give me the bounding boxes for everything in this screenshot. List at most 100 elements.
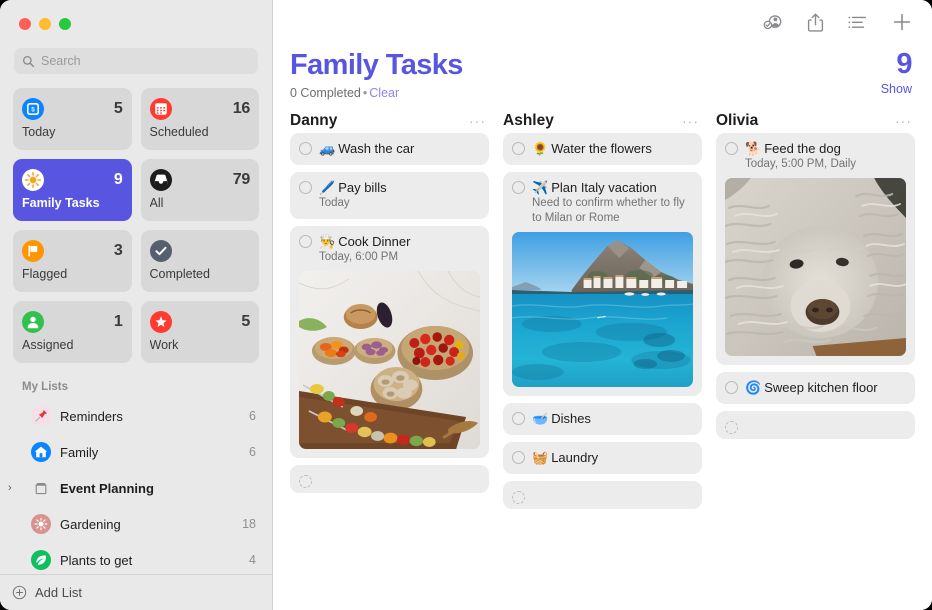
task-title-wrap: ✈️Plan Italy vacation	[532, 179, 657, 196]
task-card[interactable]: 🌻Water the flowers	[503, 133, 702, 165]
task-card[interactable]: 🥣Dishes	[503, 403, 702, 435]
clear-button[interactable]: Clear	[369, 86, 399, 100]
separator-dot: •	[361, 86, 369, 100]
smart-list-flagged[interactable]: 3 Flagged	[13, 230, 132, 292]
search-field[interactable]	[14, 48, 258, 74]
task-card[interactable]: 🐕Feed the dog Today, 5:00 PM, Daily	[716, 133, 915, 365]
task-checkbox[interactable]	[512, 181, 525, 194]
smart-list-label: Flagged	[22, 267, 123, 281]
column-menu-button[interactable]: ···	[469, 113, 486, 129]
food-table-photo[interactable]	[299, 271, 480, 449]
task-checkbox[interactable]	[725, 142, 738, 155]
list-view-icon[interactable]	[847, 14, 869, 31]
list-count-block: 9 Show	[881, 48, 912, 96]
star-icon	[150, 311, 172, 333]
smart-list-label: Completed	[150, 267, 251, 281]
calendar-icon	[150, 98, 172, 120]
reminders-window: 5 5 Today	[0, 0, 932, 610]
task-checkbox[interactable]	[299, 181, 312, 194]
sidebar-item-gardening[interactable]: ›	[0, 506, 272, 542]
zoom-button[interactable]	[59, 18, 71, 30]
search-input[interactable]	[41, 54, 250, 68]
new-task-placeholder[interactable]	[716, 411, 915, 439]
smart-list-all[interactable]: 79 All	[141, 159, 260, 221]
list-name: Family	[60, 445, 240, 460]
toolbar	[273, 0, 932, 44]
list-count: 6	[249, 445, 256, 459]
task-card[interactable]: 🌀Sweep kitchen floor	[716, 372, 915, 404]
task-subtitle: Today, 6:00 PM	[319, 250, 480, 265]
column-menu-button[interactable]: ···	[682, 113, 699, 129]
sidebar-item-event-planning[interactable]: › Event Planning	[0, 470, 272, 506]
share-icon[interactable]	[807, 12, 824, 33]
plus-icon[interactable]	[892, 12, 912, 32]
show-button[interactable]: Show	[881, 82, 912, 96]
smart-list-count: 3	[114, 242, 123, 260]
task-card[interactable]: 👨‍🍳Cook Dinner Today, 6:00 PM	[290, 226, 489, 458]
smart-list-family-tasks[interactable]: 9 Family Tasks	[13, 159, 132, 221]
list-name: Gardening	[60, 517, 233, 532]
sidebar-item-family[interactable]: › Family 6	[0, 434, 272, 470]
task-checkbox[interactable]	[512, 142, 525, 155]
dog-photo[interactable]	[725, 178, 906, 356]
smart-list-label: Work	[150, 338, 251, 352]
task-emoji: ✈️	[532, 180, 548, 195]
add-list-button[interactable]: Add List	[0, 574, 272, 610]
task-checkbox-placeholder[interactable]	[512, 491, 525, 504]
task-emoji: 👨‍🍳	[319, 234, 335, 249]
sun-icon	[31, 514, 51, 534]
new-task-placeholder[interactable]	[290, 465, 489, 493]
task-checkbox-placeholder[interactable]	[725, 421, 738, 434]
search-icon	[22, 55, 35, 68]
task-checkbox[interactable]	[512, 451, 525, 464]
smart-list-today[interactable]: 5 5 Today	[13, 88, 132, 150]
task-title: Sweep kitchen floor	[764, 380, 877, 395]
sidebar-item-reminders[interactable]: › Reminders 6	[0, 398, 272, 434]
svg-text:5: 5	[31, 106, 35, 113]
task-checkbox[interactable]	[299, 142, 312, 155]
task-title-wrap: 🚙Wash the car	[319, 140, 414, 157]
task-card[interactable]: 🧺Laundry	[503, 442, 702, 474]
smart-list-count: 16	[233, 100, 250, 118]
task-title-wrap: 🐕Feed the dog	[745, 140, 841, 157]
chevron-right-icon[interactable]: ›	[8, 482, 19, 494]
task-checkbox[interactable]	[512, 412, 525, 425]
my-lists-header: My Lists	[0, 363, 272, 398]
column-menu-button[interactable]: ···	[895, 113, 912, 129]
task-card[interactable]: ✈️Plan Italy vacation Need to confirm wh…	[503, 172, 702, 396]
main-content: Family Tasks 0 Completed•Clear 9 Show Da…	[273, 0, 932, 610]
smart-list-assigned[interactable]: 1 Assigned	[13, 301, 132, 363]
column-title: Ashley	[503, 112, 554, 130]
task-card[interactable]: 🖊️Pay bills Today	[290, 172, 489, 219]
list-count: 6	[249, 409, 256, 423]
task-checkbox[interactable]	[725, 381, 738, 394]
checkmark-icon	[150, 240, 172, 262]
share-participants-icon[interactable]	[762, 13, 784, 32]
pin-icon	[31, 406, 51, 426]
list-total-count: 9	[881, 48, 912, 80]
completed-status: 0 Completed•Clear	[290, 86, 463, 100]
smart-list-work[interactable]: 5 Work	[141, 301, 260, 363]
task-card[interactable]: 🚙Wash the car	[290, 133, 489, 165]
task-title: Plan Italy vacation	[551, 180, 657, 195]
smart-list-scheduled[interactable]: 16 Scheduled	[141, 88, 260, 150]
italy-coast-photo[interactable]	[512, 232, 693, 387]
list-name: Event Planning	[60, 481, 247, 496]
smart-list-count: 5	[114, 100, 123, 118]
smart-list-count: 79	[233, 171, 250, 189]
task-title: Dishes	[551, 411, 591, 426]
smart-list-completed[interactable]: Completed	[141, 230, 260, 292]
task-title-wrap: 🧺Laundry	[532, 449, 598, 466]
task-checkbox[interactable]	[299, 235, 312, 248]
sidebar-item-plants-to-get[interactable]: › Plants to get 4	[0, 542, 272, 578]
column-olivia: Olivia ··· 🐕Feed the dog Today, 5:00 PM,…	[716, 109, 915, 610]
search-container	[0, 42, 272, 74]
task-checkbox-placeholder[interactable]	[299, 475, 312, 488]
list-header: Family Tasks 0 Completed•Clear 9 Show	[273, 44, 932, 100]
sidebar: 5 5 Today	[0, 0, 273, 610]
task-title: Water the flowers	[551, 141, 652, 156]
close-button[interactable]	[19, 18, 31, 30]
new-task-placeholder[interactable]	[503, 481, 702, 509]
minimize-button[interactable]	[39, 18, 51, 30]
smart-list-label: Family Tasks	[22, 196, 123, 210]
